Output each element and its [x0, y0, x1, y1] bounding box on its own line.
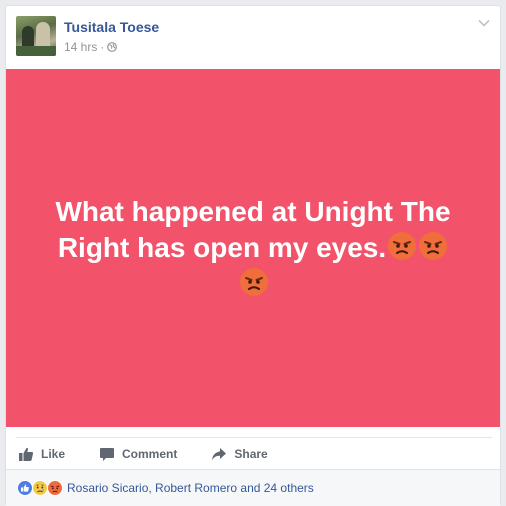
share-arrow-icon	[212, 448, 227, 460]
reaction-icons[interactable]	[17, 480, 63, 496]
angry-face-icon	[239, 267, 269, 297]
comment-button[interactable]: Comment	[99, 439, 177, 469]
chevron-down-icon[interactable]	[478, 18, 490, 28]
like-label: Like	[41, 447, 66, 461]
reactions-bar: Rosario Sicario, Robert Romero and 24 ot…	[6, 469, 500, 506]
post-meta: 14 hrs ·	[64, 40, 118, 54]
comment-icon	[100, 448, 115, 461]
meta-separator: ·	[100, 40, 105, 54]
thumbs-up-icon	[19, 447, 34, 461]
colored-status-banner: What happened at Unight The Right has op…	[6, 69, 500, 427]
post-time[interactable]: 14 hrs	[64, 40, 97, 54]
sad-reaction-icon	[32, 480, 48, 496]
comment-label: Comment	[122, 447, 178, 461]
author-name[interactable]: Tusitala Toese	[64, 19, 159, 35]
post-card: Tusitala Toese 14 hrs · What happened at…	[5, 5, 501, 506]
angry-face-icon	[418, 231, 448, 261]
like-reaction-icon	[17, 480, 33, 496]
angry-face-icon	[387, 231, 417, 261]
avatar[interactable]	[16, 16, 56, 56]
angry-reaction-icon	[47, 480, 63, 496]
share-label: Share	[234, 447, 268, 461]
share-button[interactable]: Share	[211, 439, 268, 469]
globe-icon[interactable]	[107, 42, 118, 52]
post-actions-bar: Like Comment Share	[16, 437, 492, 470]
like-button[interactable]: Like	[18, 439, 65, 469]
reactions-summary[interactable]: Rosario Sicario, Robert Romero and 24 ot…	[67, 481, 314, 495]
status-text-block: What happened at Unight The Right has op…	[33, 194, 473, 302]
